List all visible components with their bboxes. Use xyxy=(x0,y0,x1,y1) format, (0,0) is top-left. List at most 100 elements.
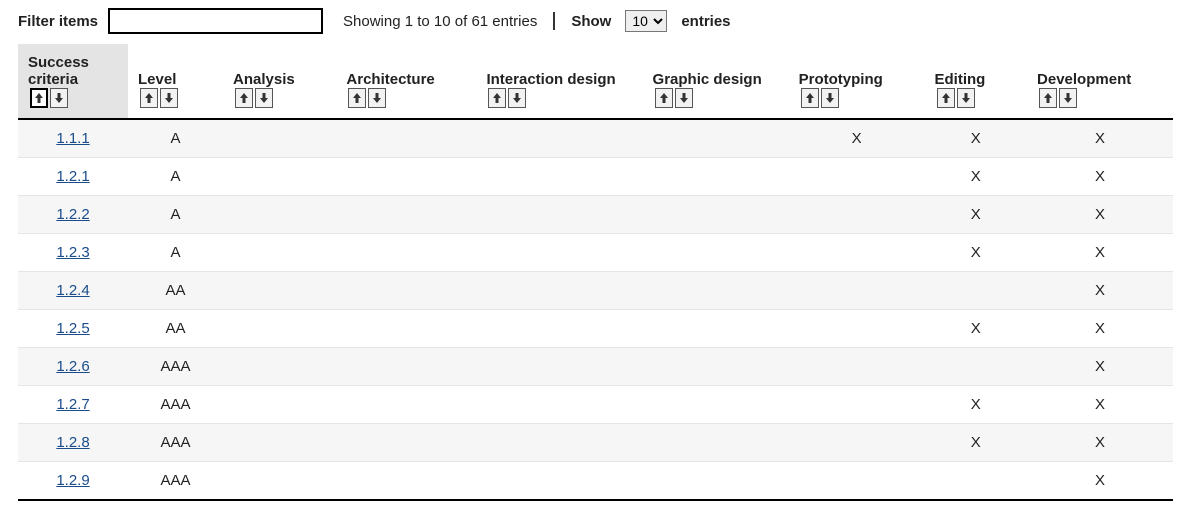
success-criteria-link[interactable]: 1.1.1 xyxy=(56,130,89,147)
column-header-analysis: Analysis xyxy=(223,44,336,119)
sort-asc-button[interactable] xyxy=(655,88,673,108)
sort-asc-button[interactable] xyxy=(937,88,955,108)
cell-architecture xyxy=(336,272,476,310)
cell-level: A xyxy=(128,158,223,196)
cell-development: X xyxy=(1027,462,1173,501)
sort-desc-button[interactable] xyxy=(821,88,839,108)
sort-asc-button[interactable] xyxy=(488,88,506,108)
sort-asc-button[interactable] xyxy=(30,88,48,108)
arrow-down-icon xyxy=(512,92,522,104)
sort-desc-button[interactable] xyxy=(1059,88,1077,108)
cell-prototyping xyxy=(789,462,925,501)
cell-analysis xyxy=(223,196,336,234)
sort-asc-button[interactable] xyxy=(140,88,158,108)
arrow-down-icon xyxy=(164,92,174,104)
success-criteria-link[interactable]: 1.2.1 xyxy=(56,168,89,185)
cell-editing xyxy=(925,272,1028,310)
table-row: 1.2.2AXX xyxy=(18,196,1173,234)
show-label-prefix: Show xyxy=(571,13,611,30)
cell-graphic_design xyxy=(643,462,789,501)
column-header-architecture: Architecture xyxy=(336,44,476,119)
arrow-down-icon xyxy=(372,92,382,104)
column-label: Development xyxy=(1037,71,1131,88)
cell-graphic_design xyxy=(643,158,789,196)
cell-success_criteria: 1.2.1 xyxy=(18,158,128,196)
cell-graphic_design xyxy=(643,234,789,272)
arrow-up-icon xyxy=(492,92,502,104)
cell-interaction_design xyxy=(476,196,642,234)
column-label: Graphic design xyxy=(653,71,762,88)
cell-architecture xyxy=(336,196,476,234)
success-criteria-link[interactable]: 1.2.8 xyxy=(56,434,89,451)
cell-graphic_design xyxy=(643,424,789,462)
sort-buttons xyxy=(140,88,178,108)
sort-desc-button[interactable] xyxy=(255,88,273,108)
sort-desc-button[interactable] xyxy=(50,88,68,108)
cell-analysis xyxy=(223,386,336,424)
cell-architecture xyxy=(336,462,476,501)
sort-desc-button[interactable] xyxy=(675,88,693,108)
success-criteria-link[interactable]: 1.2.2 xyxy=(56,206,89,223)
cell-architecture xyxy=(336,310,476,348)
show-label-suffix: entries xyxy=(681,13,730,30)
criteria-table: Success criteria Level Analysis Architec… xyxy=(18,44,1173,501)
table-row: 1.2.3 A XX xyxy=(18,234,1173,272)
page-size-select[interactable]: 10 xyxy=(625,10,667,32)
cell-development: X xyxy=(1027,158,1173,196)
column-label: Prototyping xyxy=(799,71,883,88)
cell-success_criteria: 1.1.1 xyxy=(18,119,128,158)
cell-graphic_design xyxy=(643,348,789,386)
cell-analysis xyxy=(223,158,336,196)
column-header-editing: Editing xyxy=(925,44,1028,119)
arrow-down-icon xyxy=(54,92,64,104)
sort-asc-button[interactable] xyxy=(801,88,819,108)
cell-prototyping xyxy=(789,348,925,386)
cell-level: A xyxy=(128,196,223,234)
arrow-down-icon xyxy=(679,92,689,104)
cell-prototyping xyxy=(789,196,925,234)
divider xyxy=(553,12,555,30)
table-controls: Filter items Showing 1 to 10 of 61 entri… xyxy=(18,8,1173,34)
arrow-down-icon xyxy=(825,92,835,104)
sort-buttons xyxy=(348,88,386,108)
cell-analysis xyxy=(223,310,336,348)
column-label: Architecture xyxy=(346,71,434,88)
column-header-success_criteria: Success criteria xyxy=(18,44,128,119)
cell-success_criteria: 1.2.3 xyxy=(18,234,128,272)
sort-asc-button[interactable] xyxy=(348,88,366,108)
sort-desc-button[interactable] xyxy=(160,88,178,108)
cell-editing: X xyxy=(925,424,1028,462)
cell-analysis xyxy=(223,348,336,386)
sort-asc-button[interactable] xyxy=(235,88,253,108)
filter-input[interactable] xyxy=(108,8,323,34)
sort-buttons xyxy=(937,88,975,108)
cell-architecture xyxy=(336,348,476,386)
arrow-up-icon xyxy=(352,92,362,104)
cell-prototyping xyxy=(789,310,925,348)
cell-level: A xyxy=(128,234,223,272)
success-criteria-link[interactable]: 1.2.5 xyxy=(56,320,89,337)
sort-desc-button[interactable] xyxy=(508,88,526,108)
filter-label: Filter items xyxy=(18,13,98,30)
cell-prototyping xyxy=(789,424,925,462)
cell-development: X xyxy=(1027,424,1173,462)
cell-development: X xyxy=(1027,234,1173,272)
success-criteria-link[interactable]: 1.2.7 xyxy=(56,396,89,413)
cell-editing: X xyxy=(925,234,1028,272)
cell-architecture xyxy=(336,158,476,196)
success-criteria-link[interactable]: 1.2.3 xyxy=(56,244,89,261)
cell-interaction_design xyxy=(476,310,642,348)
success-criteria-link[interactable]: 1.2.4 xyxy=(56,282,89,299)
success-criteria-link[interactable]: 1.2.6 xyxy=(56,358,89,375)
success-criteria-link[interactable]: 1.2.9 xyxy=(56,472,89,489)
sort-asc-button[interactable] xyxy=(1039,88,1057,108)
sort-desc-button[interactable] xyxy=(368,88,386,108)
column-header-development: Development xyxy=(1027,44,1173,119)
sort-desc-button[interactable] xyxy=(957,88,975,108)
cell-graphic_design xyxy=(643,386,789,424)
cell-graphic_design xyxy=(643,272,789,310)
cell-development: X xyxy=(1027,119,1173,158)
cell-development: X xyxy=(1027,196,1173,234)
cell-graphic_design xyxy=(643,310,789,348)
arrow-down-icon xyxy=(961,92,971,104)
